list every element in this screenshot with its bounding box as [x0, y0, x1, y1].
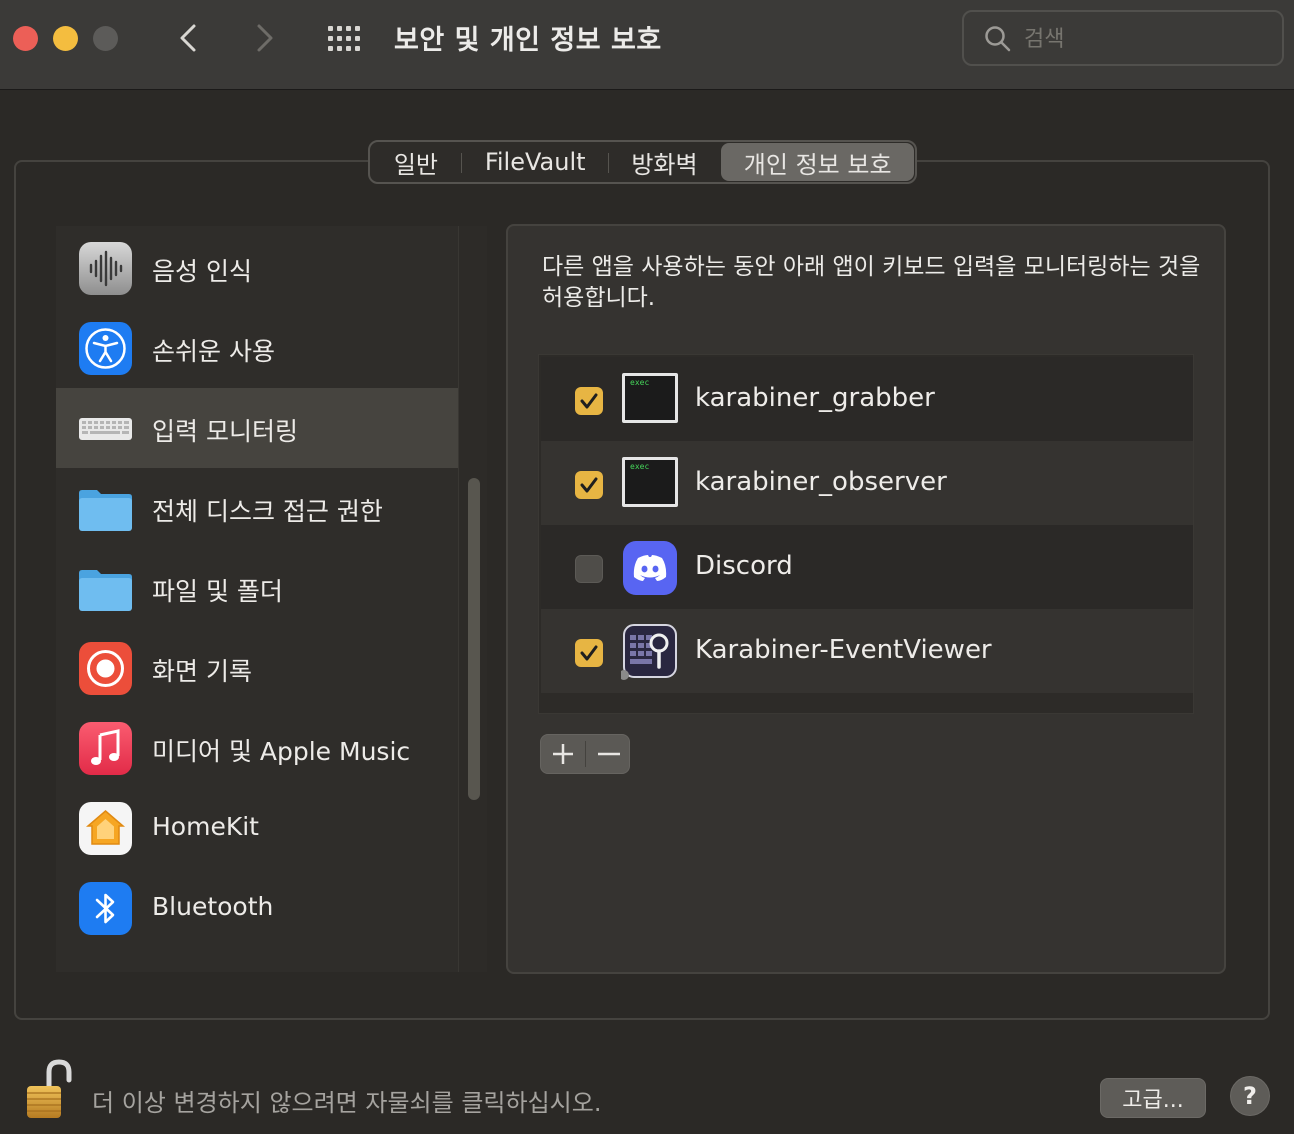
list-item[interactable]: exec karabiner_observer: [541, 441, 1193, 525]
help-button[interactable]: ?: [1230, 1076, 1270, 1116]
event-viewer-icon: [619, 623, 679, 681]
app-list[interactable]: exec karabiner_grabber exec karabiner_ob…: [538, 354, 1194, 714]
folder-icon: [78, 481, 133, 536]
plus-icon: [553, 744, 573, 764]
add-app-button[interactable]: [541, 735, 585, 773]
back-chevron-icon[interactable]: [172, 20, 208, 56]
bluetooth-icon: [78, 881, 133, 936]
sidebar-item-label: 미디어 및 Apple Music: [152, 737, 411, 766]
advanced-button[interactable]: 고급...: [1100, 1078, 1206, 1118]
sidebar-item-homekit[interactable]: HomeKit: [56, 788, 458, 868]
tab-firewall[interactable]: 방화벽: [609, 142, 721, 182]
exec-label: exec: [630, 378, 649, 387]
search-input[interactable]: [1024, 22, 1274, 56]
tab-filevault[interactable]: FileVault: [462, 142, 609, 182]
app-name: Discord: [695, 551, 793, 581]
sidebar-item-label: HomeKit: [152, 812, 259, 841]
list-item[interactable]: Discord: [541, 525, 1193, 609]
sidebar-item-label: 음성 인식: [152, 257, 252, 286]
music-note-icon: [78, 721, 133, 776]
app-checkbox[interactable]: [575, 639, 603, 667]
exec-label: exec: [630, 462, 649, 471]
exec-terminal-icon: exec: [621, 455, 679, 513]
sidebar-item-input-monitoring[interactable]: 입력 모니터링: [56, 388, 458, 468]
accessibility-icon: [78, 321, 133, 376]
divider: [585, 741, 586, 767]
sidebar-item-accessibility[interactable]: 손쉬운 사용: [56, 308, 458, 388]
app-icon: [78, 961, 133, 972]
app-name: Karabiner-EventViewer: [695, 635, 992, 665]
remove-app-button[interactable]: [587, 735, 631, 773]
checkmark-icon: [580, 477, 598, 493]
waveform-icon: [78, 241, 133, 296]
tab-general[interactable]: 일반: [370, 142, 462, 182]
sidebar-item-media-apple-music[interactable]: 미디어 및 Apple Music: [56, 708, 458, 788]
exec-terminal-icon: exec: [621, 371, 679, 429]
app-checkbox[interactable]: [575, 387, 603, 415]
panel-description: 다른 앱을 사용하는 동안 아래 앱이 키보드 입력을 모니터링하는 것을 허용…: [542, 254, 1201, 311]
home-icon: [78, 801, 133, 856]
sidebar-item-label: 전체 디스크 접근 권한: [152, 497, 383, 526]
screen-record-icon: [78, 641, 133, 696]
privacy-category-list[interactable]: 음성 인식 손쉬운 사용 입력 모니터링 전체 디스크 접근 권한 파일 및 폴…: [56, 226, 458, 972]
tab-privacy[interactable]: 개인 정보 보호: [721, 143, 914, 181]
close-window-button[interactable]: [13, 26, 38, 51]
app-checkbox[interactable]: [575, 471, 603, 499]
minimize-window-button[interactable]: [53, 26, 78, 51]
discord-icon: [621, 539, 679, 597]
tab-bar: 일반 FileVault 방화벽 개인 정보 보호: [368, 140, 917, 184]
sidebar-item-partial[interactable]: [56, 948, 458, 972]
app-checkbox[interactable]: [575, 555, 603, 583]
sidebar-item-screen-recording[interactable]: 화면 기록: [56, 628, 458, 708]
sidebar-item-bluetooth[interactable]: Bluetooth: [56, 868, 458, 948]
checkmark-icon: [580, 645, 598, 661]
list-item[interactable]: exec karabiner_grabber: [541, 357, 1193, 441]
sidebar-item-speech-recognition[interactable]: 음성 인식: [56, 228, 458, 308]
checkmark-icon: [580, 393, 598, 409]
folder-icon: [78, 561, 133, 616]
search-field[interactable]: [962, 10, 1284, 66]
sidebar-item-label: 손쉬운 사용: [152, 337, 275, 366]
list-item[interactable]: Karabiner-EventViewer: [541, 609, 1193, 693]
padlock-icon[interactable]: [24, 1058, 74, 1120]
sidebar-item-label: Bluetooth: [152, 892, 274, 921]
search-icon: [985, 26, 1011, 52]
sidebar-item-full-disk-access[interactable]: 전체 디스크 접근 권한: [56, 468, 458, 548]
lock-instruction-text: 더 이상 변경하지 않으려면 자물쇠를 클릭하십시오.: [92, 1089, 602, 1117]
forward-chevron-icon[interactable]: [246, 20, 282, 56]
sidebar-item-label: 화면 기록: [152, 657, 252, 686]
minus-icon: [598, 752, 620, 756]
add-remove-control: [540, 734, 630, 774]
show-all-grid-icon[interactable]: [326, 24, 366, 54]
sidebar-scrollbar[interactable]: [458, 226, 487, 972]
app-name: karabiner_observer: [695, 467, 947, 497]
app-name: karabiner_grabber: [695, 383, 935, 413]
keyboard-icon: [78, 401, 133, 456]
sidebar-item-label: 파일 및 폴더: [152, 577, 283, 606]
zoom-window-button[interactable]: [93, 26, 118, 51]
sidebar-item-files-and-folders[interactable]: 파일 및 폴더: [56, 548, 458, 628]
title-bar: 보안 및 개인 정보 보호: [0, 0, 1294, 90]
window-title: 보안 및 개인 정보 보호: [394, 25, 662, 56]
scrollbar-thumb[interactable]: [468, 478, 480, 800]
sidebar-item-label: 입력 모니터링: [152, 417, 298, 446]
